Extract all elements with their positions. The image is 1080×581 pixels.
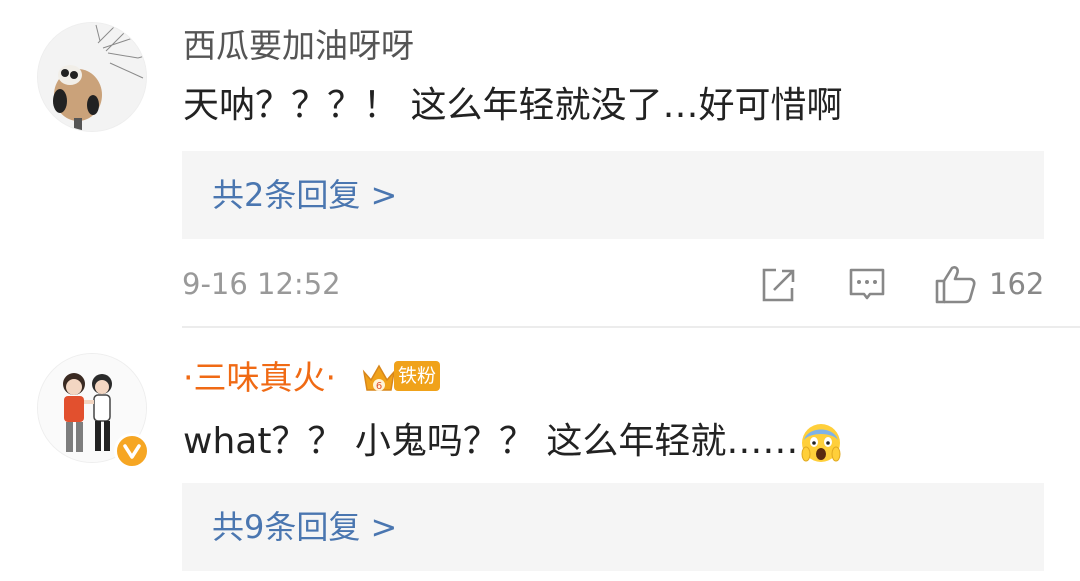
avatar[interactable] [37, 22, 147, 132]
reply-summary-button[interactable]: 共9条回复 > [182, 483, 1044, 571]
like-count: 162 [989, 267, 1045, 301]
comment-text: what？？ 小鬼吗？？ 这么年轻就…… [183, 419, 842, 465]
comment-text: 天呐？？？！ 这么年轻就没了…好可惜啊 [183, 85, 843, 126]
reply-summary-link[interactable]: 共9条回复 > [212, 505, 397, 549]
comment-button[interactable] [847, 262, 887, 306]
divider [182, 326, 1080, 328]
share-button[interactable] [758, 262, 798, 306]
username[interactable]: 西瓜要加油呀呀 [183, 26, 414, 66]
comment-icon [849, 268, 885, 300]
timestamp: 9-16 12:52 [182, 267, 341, 301]
username[interactable]: ·三味真火· [183, 358, 336, 398]
comment-text-body: what？？ 小鬼吗？？ 这么年轻就…… [183, 421, 799, 462]
reply-summary-button[interactable]: 共2条回复 > [182, 151, 1044, 239]
share-icon [762, 268, 795, 302]
badge-level: 6 [376, 381, 382, 392]
crown-icon: 6 [362, 364, 396, 392]
comment-item: 西瓜要加油呀呀 天呐？？？！ 这么年轻就没了…好可惜啊 共2条回复 > 9-16… [0, 0, 1080, 330]
scream-emoji-icon [800, 422, 842, 464]
panda-avatar-icon [38, 23, 146, 131]
reply-summary-link[interactable]: 共2条回复 > [212, 173, 397, 217]
comment-meta: 9-16 12:52 162 [182, 262, 1044, 306]
badge-label: 铁粉 [394, 361, 440, 391]
fan-badge[interactable]: 6 铁粉 [360, 358, 442, 396]
like-button[interactable]: 162 [933, 262, 1044, 306]
comment-item: ·三味真火· 6 铁粉 what？？ 小鬼吗？？ 这么年轻就…… 共9条回复 > [0, 330, 1080, 581]
thumbs-up-icon [935, 266, 976, 304]
verified-v-icon [114, 433, 150, 469]
